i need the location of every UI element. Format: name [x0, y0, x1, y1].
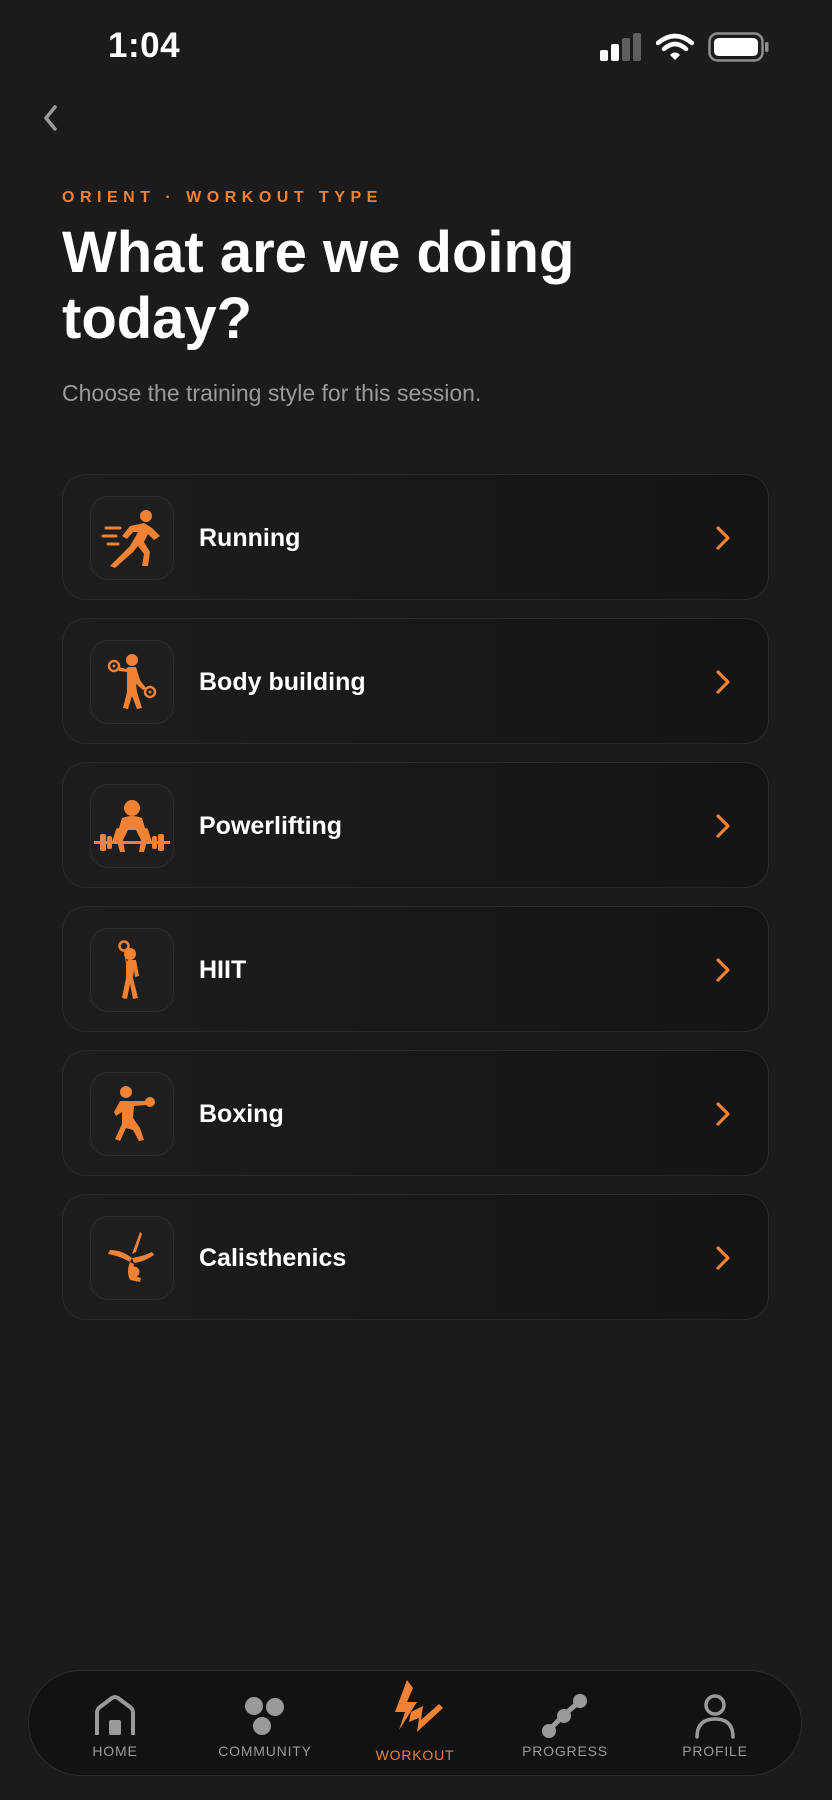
cellular-signal-icon: [600, 33, 641, 61]
nav-label: HOME: [92, 1743, 138, 1759]
workout-option-boxing[interactable]: Boxing: [62, 1050, 769, 1176]
nav-icon-wrapper: [385, 1680, 445, 1732]
workout-type-screen: 1:04 ORIENT · WORKOUT TYPE What are we d…: [0, 0, 832, 1800]
boxing-icon: [114, 1086, 155, 1141]
calisthenics-icon: [108, 1232, 154, 1282]
profile-icon: [695, 1694, 735, 1739]
body-building-icon: [107, 654, 157, 709]
card-icon-box: [90, 496, 174, 580]
page-subtitle: Choose the training style for this sessi…: [62, 380, 482, 406]
wifi-icon: [656, 33, 694, 60]
hiit-icon: [118, 940, 139, 999]
running-icon: [101, 510, 160, 568]
workout-option-calisthenics[interactable]: Calisthenics: [62, 1194, 769, 1320]
workout-type-list: Running Body building Powerlifting HIIT …: [62, 474, 769, 1338]
eyebrow-label: ORIENT · WORKOUT TYPE: [62, 189, 383, 206]
chevron-right-icon: [716, 958, 730, 982]
workout-icon: [395, 1680, 443, 1732]
nav-label: COMMUNITY: [218, 1743, 312, 1759]
status-time: 1:04: [108, 26, 181, 65]
chevron-right-icon: [716, 1246, 730, 1270]
workout-option-powerlifting[interactable]: Powerlifting: [62, 762, 769, 888]
workout-option-running[interactable]: Running: [62, 474, 769, 600]
card-icon-box: [90, 640, 174, 724]
nav-icon-wrapper: [235, 1691, 295, 1741]
card-icon-box: [90, 1216, 174, 1300]
card-icon-box: [90, 784, 174, 868]
chevron-right-icon: [716, 814, 730, 838]
workout-option-label: Calisthenics: [199, 1244, 347, 1272]
nav-icon-wrapper: [85, 1691, 145, 1741]
workout-option-label: Boxing: [199, 1100, 284, 1128]
workout-option-hiit[interactable]: HIIT: [62, 906, 769, 1032]
card-icon-box: [90, 928, 174, 1012]
bottom-nav: HOME COMMUNITY WORKOUT PROGRESS PROFILE: [28, 1670, 802, 1776]
chevron-right-icon: [716, 526, 730, 550]
chevron-right-icon: [716, 1102, 730, 1126]
status-icons: [600, 32, 770, 62]
nav-item-community[interactable]: COMMUNITY: [195, 1671, 335, 1777]
page-title: What are we doing today?: [62, 220, 575, 351]
home-icon: [95, 1695, 135, 1735]
workout-option-label: Powerlifting: [199, 812, 343, 840]
nav-item-profile[interactable]: PROFILE: [645, 1671, 785, 1777]
nav-icon-wrapper: [685, 1691, 745, 1741]
card-icon-box: [90, 1072, 174, 1156]
workout-option-label: Running: [199, 524, 301, 552]
workout-option-label: Body building: [199, 668, 366, 696]
nav-icon-wrapper: [535, 1691, 595, 1741]
chevron-left-icon: [44, 105, 57, 131]
workout-option-label: HIIT: [199, 956, 247, 984]
nav-label: PROGRESS: [522, 1743, 608, 1759]
chevron-right-icon: [716, 670, 730, 694]
battery-icon: [708, 32, 769, 62]
community-icon: [245, 1697, 284, 1735]
nav-item-workout[interactable]: WORKOUT: [345, 1671, 485, 1777]
workout-option-body-building[interactable]: Body building: [62, 618, 769, 744]
powerlifting-icon: [94, 800, 170, 852]
nav-item-home[interactable]: HOME: [45, 1671, 185, 1777]
progress-icon: [542, 1694, 587, 1738]
nav-label: WORKOUT: [375, 1747, 455, 1763]
back-button[interactable]: [36, 96, 64, 140]
nav-item-progress[interactable]: PROGRESS: [495, 1671, 635, 1777]
nav-label: PROFILE: [682, 1743, 748, 1759]
